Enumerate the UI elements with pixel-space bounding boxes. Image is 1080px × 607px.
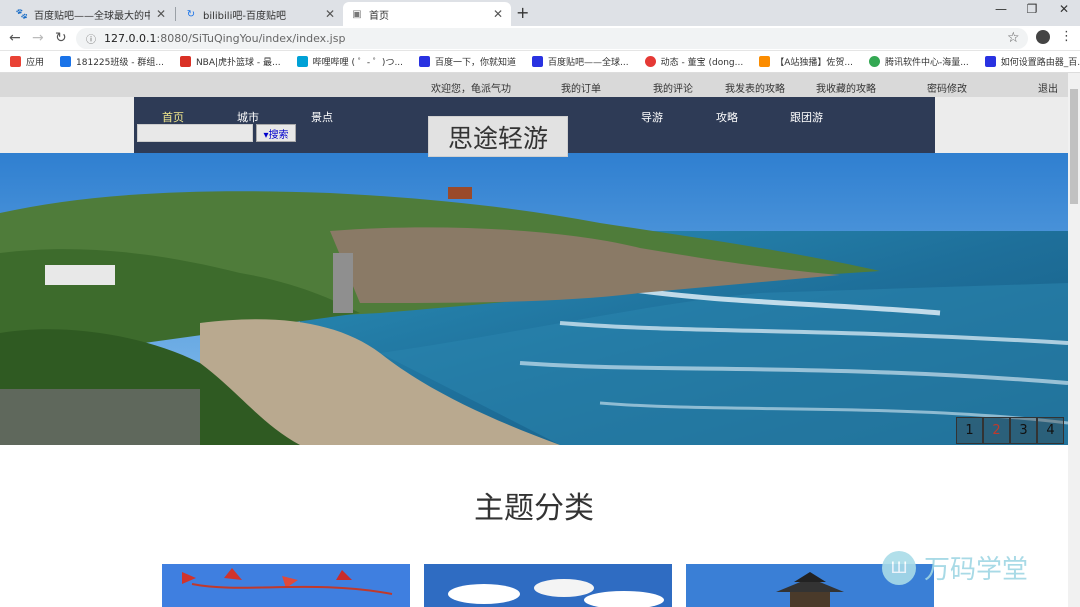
url-path: :8080/SiTuQingYou/index/index.jsp — [156, 32, 346, 45]
bookmark-favicon-icon — [296, 56, 308, 67]
link-my-favorites[interactable]: 我收藏的攻略 — [816, 80, 876, 95]
search-input[interactable] — [137, 124, 253, 142]
tab-baidu-tieba[interactable]: 🐾 百度贴吧——全球最大的中文社区 ✕ — [8, 2, 174, 26]
bookmark-class[interactable]: 181225班级 - 群组... — [60, 55, 164, 68]
bookmarks-bar: 应用 181225班级 - 群组... NBA|虎扑篮球 - 最... 哔哩哔哩… — [0, 51, 1080, 73]
bookmark-acfun[interactable]: 【A站独播】佐贺... — [759, 55, 853, 68]
logout-link[interactable]: 退出 — [1038, 80, 1058, 95]
bookmark-favicon-icon — [868, 56, 880, 67]
bookmark-dongbao[interactable]: 动态 - 董宝 (dong... — [644, 55, 743, 68]
bookmark-nba[interactable]: NBA|虎扑篮球 - 最... — [179, 55, 281, 68]
bookmark-tencent[interactable]: 腾讯软件中心-海量... — [868, 55, 969, 68]
tab-divider — [175, 7, 176, 21]
welcome-text: 欢迎您，龟派气功 — [431, 84, 511, 95]
link-my-orders[interactable]: 我的订单 — [561, 80, 601, 95]
coastline-photo — [0, 153, 1068, 445]
carousel-page-button[interactable]: 4 — [1037, 417, 1064, 444]
carousel-page-button[interactable]: 3 — [1010, 417, 1037, 444]
tab-bilibili[interactable]: ↻ bilibili吧-百度贴吧 ✕ — [177, 2, 343, 26]
close-tab-icon[interactable]: ✕ — [156, 7, 166, 21]
tab-home[interactable]: ▣ 首页 ✕ — [343, 2, 511, 26]
baidu-paw-icon — [984, 56, 996, 67]
theme-card-sky[interactable] — [424, 564, 672, 607]
baidu-paw-icon: 🐾 — [15, 8, 29, 20]
url-host: 127.0.0.1 — [104, 32, 157, 45]
info-icon: ⓘ — [86, 35, 96, 46]
bookmark-favicon-icon — [644, 56, 656, 67]
carousel-pagination: 1 2 3 4 — [956, 417, 1064, 444]
nav-scenic-spots[interactable]: 景点 — [311, 109, 333, 125]
loading-icon: ↻ — [186, 8, 196, 20]
nav-tour-guide[interactable]: 导游 — [641, 109, 663, 125]
bookmark-apps[interactable]: 应用 — [10, 55, 44, 68]
url-input[interactable]: ⓘ 127.0.0.1 :8080/SiTuQingYou/index/inde… — [76, 28, 1028, 49]
back-icon[interactable]: ← — [9, 30, 21, 46]
watermark-text: 万码学堂 — [924, 555, 1029, 585]
scrollbar-thumb[interactable] — [1070, 89, 1078, 204]
carousel-page-button[interactable]: 2 — [983, 417, 1010, 444]
kites-photo — [162, 564, 410, 607]
forward-icon[interactable]: → — [32, 30, 44, 46]
close-window-button[interactable]: ✕ — [1049, 2, 1079, 16]
bookmark-router[interactable]: 如何设置路由器_百... — [984, 55, 1080, 68]
bookmark-favicon-icon — [60, 56, 72, 67]
link-my-comments[interactable]: 我的评论 — [653, 80, 693, 95]
site-logo[interactable]: 思途轻游 — [428, 116, 568, 157]
browser-tab-bar: 🐾 百度贴吧——全球最大的中文社区 ✕ ↻ bilibili吧-百度贴吧 ✕ ▣… — [0, 0, 1080, 26]
bookmark-favicon-icon — [179, 56, 191, 67]
reload-icon[interactable]: ↻ — [55, 30, 67, 46]
minimize-button[interactable]: — — [986, 2, 1016, 16]
tab-title: bilibili吧-百度贴吧 — [203, 10, 286, 22]
nav-travel-guides[interactable]: 攻略 — [716, 109, 738, 125]
watermark: Ш 万码学堂 — [882, 549, 1028, 586]
link-change-password[interactable]: 密码修改 — [927, 80, 967, 95]
bookmark-tieba[interactable]: 百度贴吧——全球... — [532, 55, 629, 68]
user-top-strip: 欢迎您，龟派气功 我的订单 我的评论 我发表的攻略 我收藏的攻略 密码修改 退出 — [0, 73, 1068, 97]
page-scrollbar[interactable] — [1068, 73, 1080, 607]
section-title: 主题分类 — [474, 491, 594, 526]
bookmark-star-icon[interactable]: ☆ — [1007, 30, 1020, 46]
more-menu-icon[interactable]: ⋮ — [1060, 29, 1073, 44]
maximize-button[interactable]: ❐ — [1017, 2, 1047, 16]
address-bar: ← → ↻ ⓘ 127.0.0.1 :8080/SiTuQingYou/inde… — [0, 26, 1080, 51]
theme-card-kites[interactable] — [162, 564, 410, 607]
close-tab-icon[interactable]: ✕ — [493, 7, 503, 21]
page-icon: ▣ — [352, 8, 362, 20]
carousel-page-button[interactable]: 1 — [956, 417, 983, 444]
bookmark-bilibili[interactable]: 哔哩哔哩 ( ゜- ゜)つ... — [296, 55, 403, 68]
nav-city[interactable]: 城市 — [237, 109, 259, 125]
bookmark-baidu[interactable]: 百度一下，你就知道 — [419, 55, 516, 68]
watermark-logo-icon: Ш — [882, 550, 916, 585]
link-my-guides[interactable]: 我发表的攻略 — [725, 80, 785, 95]
tab-title: 百度贴吧——全球最大的中文社区 — [34, 10, 150, 22]
search-button[interactable]: ▾搜索 — [256, 124, 296, 142]
baidu-paw-icon — [532, 56, 544, 67]
nav-group-tours[interactable]: 跟团游 — [790, 109, 823, 125]
account-icon[interactable] — [1036, 30, 1050, 44]
clouds-photo — [424, 564, 672, 607]
baidu-paw-icon — [419, 56, 431, 67]
apps-grid-icon — [10, 56, 21, 67]
new-tab-button[interactable]: + — [516, 3, 529, 22]
nav-home[interactable]: 首页 — [162, 109, 184, 125]
tab-title: 首页 — [369, 10, 389, 22]
bookmark-favicon-icon — [759, 56, 771, 67]
close-tab-icon[interactable]: ✕ — [325, 7, 335, 21]
page-content: 欢迎您，龟派气功 我的订单 我的评论 我发表的攻略 我收藏的攻略 密码修改 退出… — [0, 73, 1080, 607]
hero-carousel[interactable]: 1 2 3 4 — [0, 153, 1068, 445]
